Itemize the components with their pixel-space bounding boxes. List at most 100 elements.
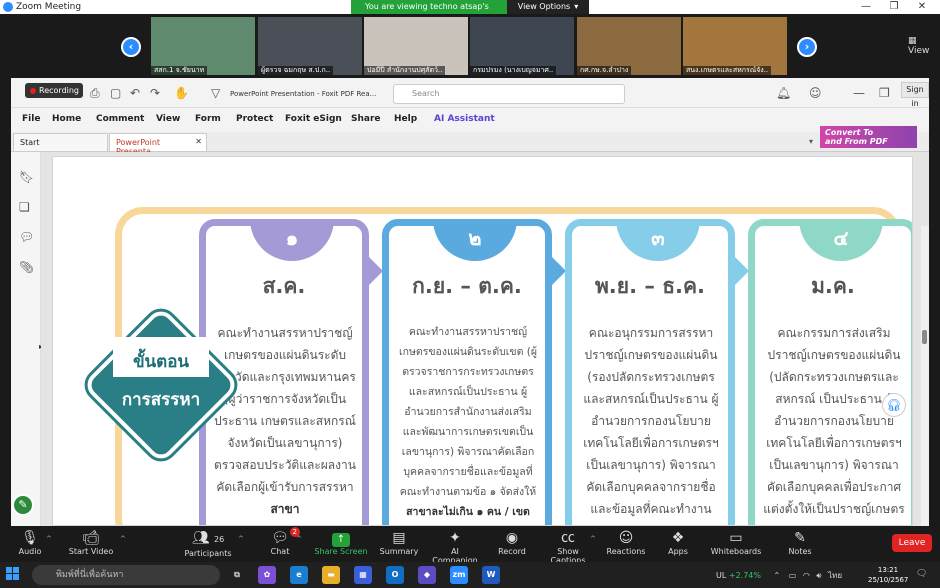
pdf-page: ๑ ส.ค. คณะทำงานสรรหาปราชญ์เกษตรของแผ่นดิ… <box>52 156 913 526</box>
maximize-icon[interactable]: ❐ <box>880 0 908 14</box>
video-tile[interactable]: สสก.1 จ.ชัยนาท <box>151 17 255 75</box>
copilot-icon[interactable]: ✿ <box>258 566 276 584</box>
app-icon[interactable]: ◆ <box>418 566 436 584</box>
filter-icon[interactable]: ▽ <box>211 86 220 100</box>
comments-icon[interactable]: 💬︎ <box>19 230 34 244</box>
record-button[interactable]: ◉ Record <box>496 529 528 556</box>
taskbar-search-input[interactable]: พิมพ์ที่นี่เพื่อค้นหา <box>32 565 220 585</box>
hand-tool-icon[interactable]: ✋ <box>174 86 189 100</box>
outlook-icon[interactable]: O <box>386 566 404 584</box>
video-tile[interactable]: ปอมีปี่ สำนักงานปศุสัตว์.. <box>364 17 468 75</box>
video-tile[interactable]: กรมปรมง (นางเบญจมาศ.. <box>470 17 574 75</box>
video-chevron-icon[interactable]: ^ <box>120 535 126 543</box>
restore-icon[interactable]: ❐ <box>879 86 890 100</box>
redo-icon[interactable]: ↷ <box>150 86 160 100</box>
participant-name: กรมปรมง (นางเบญจมาศ.. <box>470 66 557 75</box>
menu-ai-assistant[interactable]: AI Assistant <box>434 114 495 124</box>
share-screen-button[interactable]: ↑ Share Screen <box>314 529 368 556</box>
video-tile[interactable]: กศ.กษ.จ.ลำปาง <box>577 17 681 75</box>
document-viewport[interactable]: ๑ ส.ค. คณะทำงานสรรหาปราชญ์เกษตรของแผ่นดิ… <box>41 152 929 526</box>
bell-icon[interactable]: 🔔︎ <box>776 86 791 100</box>
menu-home[interactable]: Home <box>52 114 81 124</box>
convert-to-pdf-banner[interactable]: Convert To and From PDF <box>820 126 917 148</box>
windows-start-icon[interactable] <box>6 567 20 581</box>
search-input[interactable]: Search <box>393 84 625 104</box>
menu-view[interactable]: View <box>156 114 180 124</box>
menu-help[interactable]: Help <box>394 114 417 124</box>
store-icon[interactable]: ▦ <box>354 566 372 584</box>
chat-chevron-icon[interactable]: ^ <box>296 535 302 543</box>
sign-in-button[interactable]: Sign in <box>901 82 929 108</box>
participants-chevron-icon[interactable]: ^ <box>238 535 244 543</box>
network-icon[interactable]: ▭ <box>789 571 797 580</box>
ai-companion-button[interactable]: ✦ AI Companion <box>428 529 482 565</box>
audio-button[interactable]: 🎙︎ Audio <box>14 529 46 556</box>
whiteboards-button[interactable]: ▭ Whiteboards <box>710 529 762 556</box>
undo-icon[interactable]: ↶ <box>130 86 140 100</box>
vertical-scrollbar[interactable] <box>921 226 929 526</box>
scrollbar-thumb[interactable] <box>922 330 927 344</box>
menu-form[interactable]: Form <box>195 114 221 124</box>
column-text: คณะกรรมการส่งเสริมปราชญ์เกษตรของแผ่นดิน … <box>763 326 905 516</box>
attachment-icon[interactable]: 📎︎ <box>19 260 34 274</box>
video-tile[interactable]: สนง.เกษตรและสหกรณ์จัง.. <box>683 17 787 75</box>
edge-icon[interactable]: e <box>290 566 308 584</box>
menu-comment[interactable]: Comment <box>96 114 144 124</box>
participants-icon: 👥︎ 26 <box>191 530 225 546</box>
clock[interactable]: 13:21 25/10/2567 <box>868 565 908 585</box>
grid-view-icon: ▦ <box>908 36 917 46</box>
volume-icon[interactable]: 🔊︎ <box>816 571 821 580</box>
chevron-up-icon[interactable]: ⌃ <box>774 571 781 580</box>
notification-icon[interactable]: 🗨︎ <box>916 569 927 579</box>
tab-document[interactable]: PowerPoint Presenta...✕ <box>109 133 207 156</box>
reactions-button[interactable]: ☺ Reactions <box>606 529 646 556</box>
video-tile[interactable]: ผู้ตรวจ ฉมกฤษ ส.ป.ก.. <box>258 17 362 75</box>
task-view-icon[interactable]: ⧉ <box>228 566 246 584</box>
shared-screen: Recording ⎙ ▢ ↶ ↷ ✋ ▽ PowerPoint Present… <box>11 78 929 526</box>
zoom-taskbar-icon[interactable]: zm <box>450 566 468 584</box>
show-captions-button[interactable]: ㏄ Show Captions <box>540 529 596 565</box>
word-icon[interactable]: W <box>482 566 500 584</box>
chat-button[interactable]: 💬︎ 2 Chat <box>266 527 300 556</box>
menu-share[interactable]: Share <box>351 114 381 124</box>
leave-button[interactable]: Leave <box>892 534 932 552</box>
menu-foxit-esign[interactable]: Foxit eSign <box>285 114 342 124</box>
close-icon[interactable]: ✕ <box>908 0 936 14</box>
captions-chevron-icon[interactable]: ^ <box>590 535 596 543</box>
prev-page-icon[interactable]: ‹ <box>121 37 141 57</box>
view-options-label: View Options <box>517 2 571 11</box>
user-icon[interactable]: ☺ <box>809 86 822 100</box>
language-indicator[interactable]: ไทย <box>828 571 842 580</box>
close-tab-icon[interactable]: ✕ <box>195 137 202 146</box>
document-tabs: Start PowerPoint Presenta...✕ ▾ <box>11 132 929 156</box>
file-icon[interactable]: ▢ <box>110 86 121 100</box>
menu-protect[interactable]: Protect <box>236 114 273 124</box>
annotate-pen-icon[interactable]: ✎ <box>12 494 34 516</box>
view-options-button[interactable]: View Options <box>507 0 589 14</box>
tab-list-chevron-down-icon[interactable]: ▾ <box>809 137 813 146</box>
minimize-icon[interactable]: — <box>852 0 880 14</box>
file-explorer-icon[interactable]: ▬ <box>322 566 340 584</box>
bookmark-icon[interactable]: 🔖︎ <box>19 170 34 184</box>
menu-file[interactable]: File <box>22 114 40 124</box>
wifi-icon[interactable]: ◠ <box>803 571 810 580</box>
audio-chevron-icon[interactable]: ^ <box>46 535 52 543</box>
print-icon[interactable]: ⎙ <box>90 86 100 101</box>
tab-start[interactable]: Start <box>13 133 108 151</box>
column-text: คณะทำงานสรรหาปราชญ์เกษตรของแผ่นดินระดับเ… <box>399 326 537 498</box>
view-button[interactable]: ▦ View <box>908 36 940 56</box>
headset-icon[interactable]: 🎧︎ <box>882 393 906 417</box>
pages-icon[interactable]: ❏ <box>19 200 30 214</box>
apps-button[interactable]: ❖ Apps <box>664 529 692 556</box>
notes-button[interactable]: ✎ Notes <box>784 529 816 556</box>
step-label-line-1: ขั้นตอน <box>132 352 190 372</box>
minimize-icon[interactable]: — <box>853 86 865 100</box>
reactions-label: Reactions <box>606 547 646 556</box>
column-bold-text: สาขาละไม่เกิน ๑ คน / เขตตรวจราชการ <box>406 506 530 518</box>
next-page-icon[interactable]: › <box>797 37 817 57</box>
summary-button[interactable]: ▤ Summary <box>378 529 420 556</box>
step-number: ๑ <box>250 219 334 261</box>
start-video-button[interactable]: 📹︎ Start Video <box>64 529 118 556</box>
view-label: View <box>908 46 930 56</box>
participants-button[interactable]: 👥︎ 26 Participants <box>184 529 232 558</box>
